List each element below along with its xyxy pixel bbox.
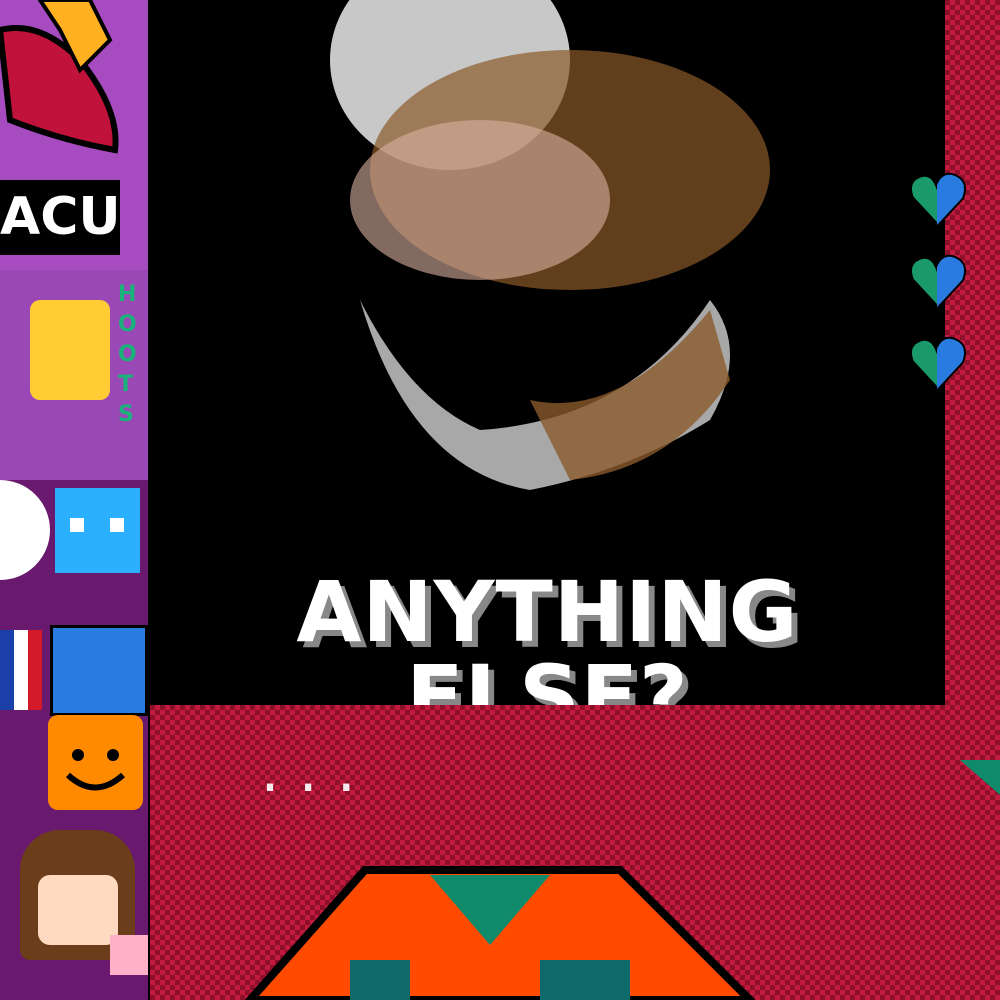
acu-label: ACU (0, 180, 121, 255)
left-art-column: ACU HOOTS (0, 0, 148, 1000)
chili-pepper-icon (0, 0, 119, 154)
acu-tile: ACU (0, 170, 148, 270)
right-red-strip (908, 0, 1000, 705)
heart-icon (110, 935, 148, 975)
flag-art (0, 630, 42, 710)
meme-panel: ANYTHING ELSE? (150, 0, 945, 705)
meme-caption: ANYTHING ELSE? (296, 563, 799, 705)
hoots-vertical-text: HOOTS (118, 282, 137, 427)
heart-icon (908, 254, 966, 310)
blue-block-face (55, 488, 140, 573)
green-face-art (0, 480, 50, 580)
heart-icon (908, 336, 966, 392)
dotted-pixel-text: ... (255, 745, 370, 803)
pixel-face-art (330, 0, 770, 490)
hoots-tile: HOOTS (0, 270, 148, 480)
smiley-icon (48, 715, 143, 810)
blue-emoji-tile (50, 625, 148, 716)
heart-icon (908, 172, 966, 228)
chili-pepper-tile (0, 0, 148, 170)
owl-art (30, 300, 110, 400)
